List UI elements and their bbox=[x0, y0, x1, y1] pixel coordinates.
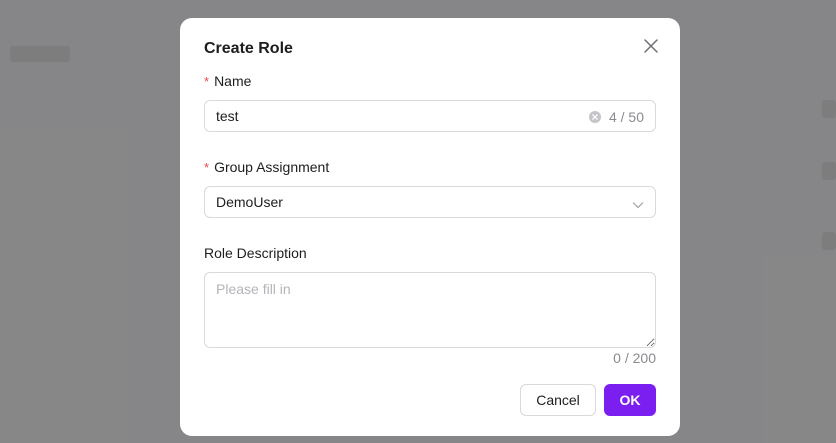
name-label: * Name bbox=[204, 73, 251, 89]
ok-button[interactable]: OK bbox=[604, 384, 656, 416]
clear-circle-icon[interactable] bbox=[589, 110, 601, 123]
group-label: * Group Assignment bbox=[204, 159, 329, 175]
name-input-wrapper: 4 / 50 bbox=[204, 100, 656, 132]
create-role-dialog: Create Role * Name 4 / 50 * Group Assignme… bbox=[180, 18, 680, 436]
group-selected-value: DemoUser bbox=[216, 194, 283, 210]
name-label-text: Name bbox=[214, 73, 252, 89]
cancel-button[interactable]: Cancel bbox=[520, 384, 596, 416]
group-select[interactable]: DemoUser bbox=[204, 186, 656, 218]
description-label: Role Description bbox=[204, 245, 307, 261]
name-char-count: 4 / 50 bbox=[608, 109, 644, 125]
close-icon[interactable] bbox=[642, 37, 660, 55]
dialog-title: Create Role bbox=[204, 40, 293, 57]
required-mark: * bbox=[204, 74, 210, 89]
group-label-text: Group Assignment bbox=[214, 159, 330, 175]
description-textarea[interactable] bbox=[204, 272, 656, 348]
chevron-down-icon bbox=[632, 197, 644, 209]
name-input[interactable] bbox=[216, 101, 576, 131]
description-char-count: 0 / 200 bbox=[613, 350, 656, 366]
required-mark: * bbox=[204, 160, 210, 175]
